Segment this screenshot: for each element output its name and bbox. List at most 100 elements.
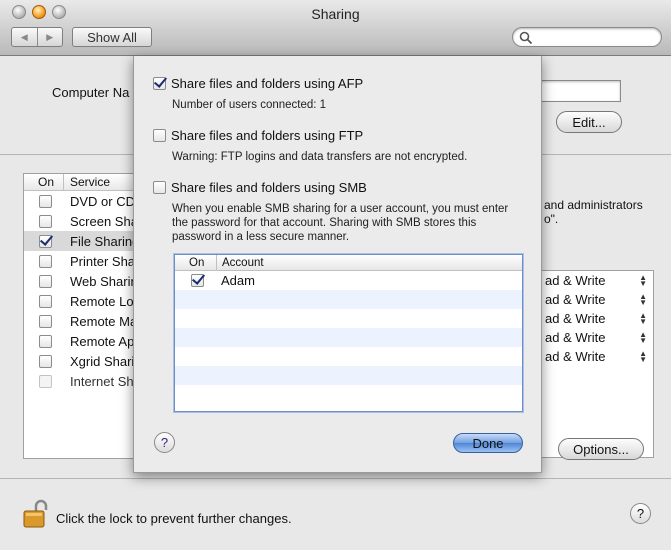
accounts-table: On Account Adam [174,254,523,412]
search-field[interactable] [512,27,662,47]
permission-row[interactable]: ad & Write ▲ ▼ [531,271,653,290]
smb-note-line1: When you enable SMB sharing for a user a… [172,203,509,215]
search-icon [519,31,533,45]
permission-value: ad & Write [545,273,606,288]
permission-row[interactable]: ad & Write ▲ ▼ [531,309,653,328]
done-button[interactable]: Done [453,433,523,453]
smb-note: When you enable SMB sharing for a user a… [172,202,508,244]
permission-value: ad & Write [545,330,606,345]
service-row-remote-management[interactable]: Remote Ma [24,311,140,331]
account-row-adam[interactable]: Adam [175,271,522,290]
ftp-checkbox[interactable] [153,129,166,142]
service-checkbox[interactable] [39,234,52,248]
service-name: Web Sharin [70,273,138,289]
permission-value: ad & Write [545,292,606,307]
ftp-label: Share files and folders using FTP [171,128,364,143]
show-all-button[interactable]: Show All [72,27,152,47]
service-row-dvd[interactable]: DVD or CD [24,191,140,211]
service-row-remote-login[interactable]: Remote Lo [24,291,140,311]
window-toolbar: Sharing ◀ ▶ Show All [0,0,671,56]
permission-list: ad & Write ▲ ▼ ad & Write ▲ ▼ ad & Write ▲ ▼ a… [530,270,654,458]
service-name: File Sharing [70,233,140,249]
permission-value: ad & Write [545,311,606,326]
help-button[interactable]: ? [154,432,175,453]
table-row [175,366,522,385]
popup-arrows-icon[interactable]: ▲ ▼ [639,292,647,306]
service-list-header: On Service [24,174,140,191]
edit-button[interactable]: Edit... [556,111,622,133]
lock-status-text: Click the lock to prevent further change… [56,511,292,526]
service-checkbox[interactable] [39,294,52,308]
account-checkbox[interactable] [191,274,204,287]
table-row [175,347,522,366]
service-name: Screen Sha [70,213,138,229]
service-row-web[interactable]: Web Sharin [24,271,140,291]
permission-row[interactable]: ad & Write ▲ ▼ [531,328,653,347]
ftp-option[interactable]: Share files and folders using FTP [153,128,363,143]
service-name: Remote Lo [70,293,134,309]
permission-row[interactable]: ad & Write ▲ ▼ [531,290,653,309]
column-on[interactable]: On [175,255,217,270]
table-row [175,290,522,309]
table-row [175,328,522,347]
service-name: Remote Ma [70,313,138,329]
table-row [175,309,522,328]
column-service[interactable]: Service [64,175,110,189]
smb-checkbox[interactable] [153,181,166,194]
permission-value: ad & Write [545,349,606,364]
smb-label: Share files and folders using SMB [171,180,367,195]
column-account[interactable]: Account [217,257,264,269]
service-name: Internet Sh [70,373,134,389]
back-arrow-icon[interactable]: ◀ [12,28,38,46]
service-list: On Service DVD or CD Screen Sha File Sha… [23,173,141,459]
service-checkbox[interactable] [39,274,52,288]
account-name: Adam [221,273,255,288]
ftp-note: Warning: FTP logins and data transfers a… [172,151,468,163]
table-row [175,385,522,404]
computer-name-field[interactable] [530,80,621,102]
back-forward-control: ◀ ▶ [11,27,63,47]
popup-arrows-icon[interactable]: ▲ ▼ [639,311,647,325]
service-name: Printer Sha [70,253,136,269]
access-description: and administrators o". [544,198,643,226]
column-on[interactable]: On [24,174,64,190]
help-button[interactable]: ? [630,503,651,524]
service-checkbox [39,374,52,388]
popup-arrows-icon[interactable]: ▲ ▼ [639,330,647,344]
smb-option[interactable]: Share files and folders using SMB [153,180,367,195]
afp-checkbox[interactable] [153,77,166,90]
lock-icon[interactable] [22,499,48,532]
service-row-remote-apple-events[interactable]: Remote Ap [24,331,140,351]
service-row-printer[interactable]: Printer Sha [24,251,140,271]
smb-note-line3: password in a less secure manner. [172,231,350,243]
afp-option[interactable]: Share files and folders using AFP [153,76,363,91]
access-description-line2: o". [544,212,559,226]
service-checkbox[interactable] [39,194,52,208]
afp-note: Number of users connected: 1 [172,99,327,111]
service-checkbox[interactable] [39,354,52,368]
service-name: Remote Ap [70,333,135,349]
service-row-xgrid[interactable]: Xgrid Shari [24,351,140,371]
service-checkbox[interactable] [39,334,52,348]
accounts-table-header: On Account [175,255,522,271]
service-checkbox[interactable] [39,214,52,228]
popup-arrows-icon[interactable]: ▲ ▼ [639,273,647,287]
forward-arrow-icon[interactable]: ▶ [38,28,63,46]
computer-name-label: Computer Na [52,85,130,100]
service-name: DVD or CD [70,193,136,209]
divider [0,478,671,479]
service-name: Xgrid Shari [70,353,135,369]
window-title: Sharing [311,6,360,22]
afp-label: Share files and folders using AFP [171,76,364,91]
file-sharing-options-sheet: Share files and folders using AFP Number… [133,56,542,473]
service-row-file-sharing[interactable]: File Sharing [24,231,140,251]
service-row-internet[interactable]: Internet Sh [24,371,140,391]
service-checkbox[interactable] [39,314,52,328]
service-row-screen[interactable]: Screen Sha [24,211,140,231]
popup-arrows-icon[interactable]: ▲ ▼ [639,349,647,363]
smb-note-line2: the password for that account. Sharing w… [172,217,477,229]
permission-row[interactable]: ad & Write ▲ ▼ [531,347,653,366]
options-button[interactable]: Options... [558,438,644,460]
service-checkbox[interactable] [39,254,52,268]
access-description-line1: and administrators [544,198,643,212]
